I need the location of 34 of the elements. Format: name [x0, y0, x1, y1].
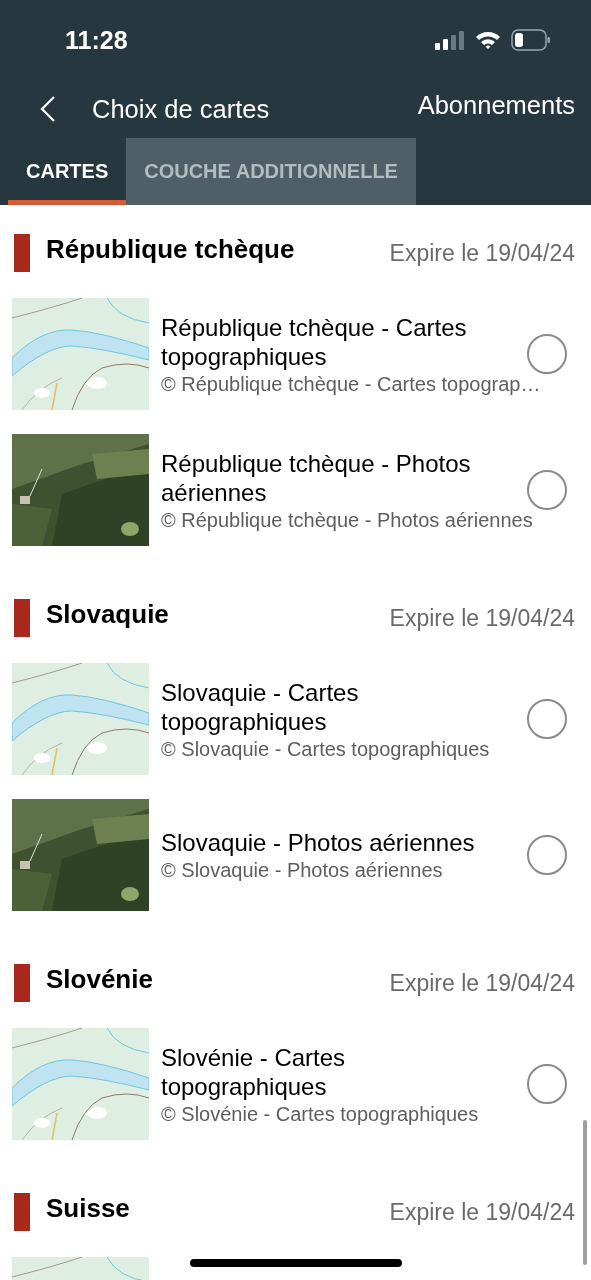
- expiry-date: Expire le 19/04/24: [389, 969, 575, 997]
- status-time: 11:28: [65, 25, 128, 55]
- map-title: Slovaquie - Photos aériennes: [161, 828, 476, 857]
- battery-icon: [511, 29, 551, 51]
- section-title: Slovaquie: [46, 598, 170, 630]
- subscriptions-link[interactable]: Abonnements: [417, 90, 575, 120]
- radio-button[interactable]: [527, 470, 567, 510]
- expiry-date: Expire le 19/04/24: [389, 1198, 575, 1226]
- map-credit: © Slovaquie - Cartes topographiques: [161, 737, 491, 761]
- signal-icon: [435, 30, 465, 50]
- expiry-date: Expire le 19/04/24: [389, 239, 575, 267]
- radio-button[interactable]: [527, 1064, 567, 1104]
- radio-button[interactable]: [527, 699, 567, 739]
- map-title: République tchèque - Photos aériennes: [161, 448, 472, 507]
- section-marker: [14, 599, 30, 637]
- map-credit: © République tchèque - Cartes topograp…: [161, 372, 542, 396]
- section-title: Slovénie: [46, 963, 154, 995]
- map-title: Slovaquie - Cartes topographiques: [161, 677, 360, 736]
- wifi-icon: [475, 30, 501, 50]
- section-title: Suisse: [46, 1192, 131, 1224]
- radio-button[interactable]: [527, 334, 567, 374]
- section-marker: [14, 234, 30, 272]
- section-marker: [14, 964, 30, 1002]
- expiry-date: Expire le 19/04/24: [389, 604, 575, 632]
- map-title: Slovénie - Cartes topographiques: [161, 1042, 347, 1101]
- radio-button[interactable]: [527, 835, 567, 875]
- map-credit: © Slovaquie - Photos aériennes: [161, 859, 444, 882]
- map-credit: © Slovénie - Cartes topographiques: [161, 1102, 480, 1126]
- section-title: République tchèque: [46, 233, 296, 265]
- map-title: République tchèque - Cartes topographiques: [161, 312, 468, 371]
- map-credit: © République tchèque - Photos aériennes: [161, 508, 534, 532]
- back-icon[interactable]: [40, 95, 56, 123]
- section-marker: [14, 1193, 30, 1231]
- screen-title: Choix de cartes: [92, 94, 271, 124]
